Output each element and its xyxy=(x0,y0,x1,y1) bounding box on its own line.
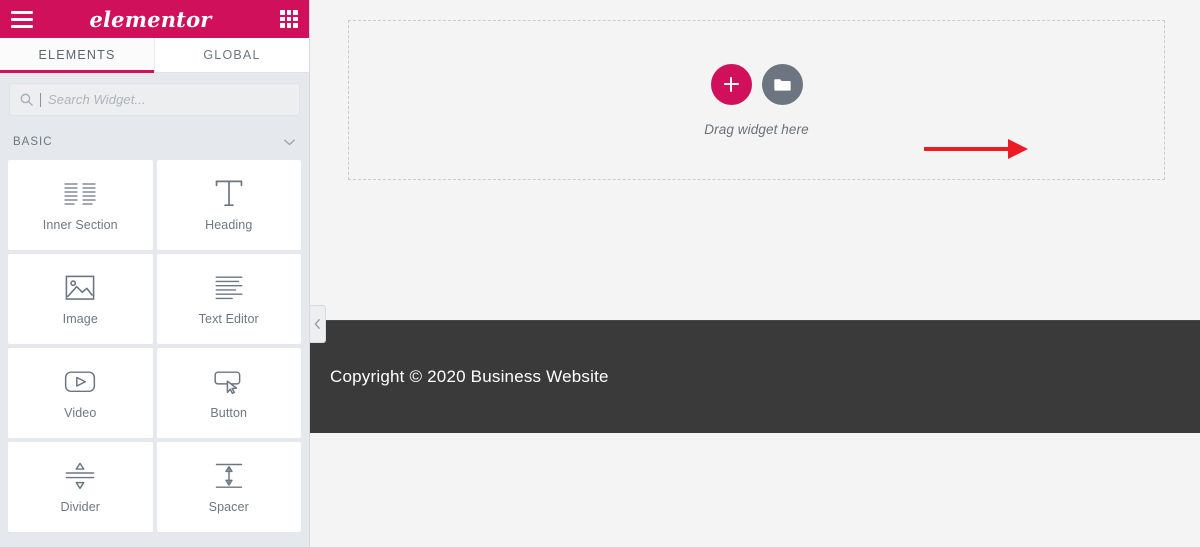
widget-list[interactable]: Inner Section Heading Image Text Editor … xyxy=(0,160,309,547)
widget-inner-section-label: Inner Section xyxy=(42,217,118,232)
search-placeholder: Search Widget... xyxy=(48,92,146,107)
widget-image-label: Image xyxy=(62,311,98,326)
tab-elements-label: ELEMENTS xyxy=(38,48,116,62)
spacer-icon xyxy=(212,461,246,491)
widget-text-editor[interactable]: Text Editor xyxy=(156,254,301,344)
empty-section-dropzone[interactable]: Drag widget here xyxy=(348,20,1165,180)
text-cursor xyxy=(40,92,41,107)
divider-icon xyxy=(63,461,97,491)
widget-grid: Inner Section Heading Image Text Editor … xyxy=(8,160,301,532)
widget-button[interactable]: Button xyxy=(156,348,301,438)
widget-spacer-label: Spacer xyxy=(208,499,249,514)
inner-section-icon xyxy=(63,179,97,209)
panel-tabs: ELEMENTS GLOBAL xyxy=(0,38,309,73)
chevron-down-icon xyxy=(284,139,295,145)
category-basic-label: BASIC xyxy=(13,136,53,148)
tab-global-label: GLOBAL xyxy=(203,48,261,62)
image-icon xyxy=(63,273,97,303)
widget-button-label: Button xyxy=(210,405,248,420)
widget-heading[interactable]: Heading xyxy=(156,160,301,250)
text-editor-icon xyxy=(212,273,246,303)
tab-global[interactable]: GLOBAL xyxy=(155,38,309,72)
drag-widget-hint: Drag widget here xyxy=(704,121,809,137)
tab-elements[interactable]: ELEMENTS xyxy=(0,38,155,73)
widget-spacer[interactable]: Spacer xyxy=(156,442,301,532)
add-template-button[interactable] xyxy=(761,63,803,105)
widget-text-editor-label: Text Editor xyxy=(198,311,259,326)
section-action-buttons xyxy=(710,63,803,105)
copyright-text: Copyright © 2020 Business Website xyxy=(330,367,609,386)
editor-canvas: Drag widget here Copyright © 2020 Busine… xyxy=(310,0,1200,547)
widget-video-label: Video xyxy=(64,405,97,420)
elementor-logo: elementor xyxy=(89,6,212,32)
widget-inner-section[interactable]: Inner Section xyxy=(8,160,153,250)
search-icon xyxy=(20,93,33,106)
search-input[interactable]: Search Widget... xyxy=(9,83,300,116)
panel-collapse-toggle[interactable] xyxy=(310,305,326,343)
widget-divider[interactable]: Divider xyxy=(8,442,153,532)
heading-icon xyxy=(212,179,246,209)
video-icon xyxy=(63,367,97,397)
site-footer-section[interactable]: Copyright © 2020 Business Website xyxy=(310,320,1200,433)
panel-header: elementor xyxy=(0,0,309,38)
widget-video[interactable]: Video xyxy=(8,348,153,438)
elementor-editor: elementor ELEMENTS GLOBAL Search Widget.… xyxy=(0,0,1200,547)
widget-heading-label: Heading xyxy=(205,217,253,232)
button-icon xyxy=(212,367,246,397)
grid-icon[interactable] xyxy=(280,10,298,28)
widget-panel: elementor ELEMENTS GLOBAL Search Widget.… xyxy=(0,0,310,547)
widget-image[interactable]: Image xyxy=(8,254,153,344)
add-section-button[interactable] xyxy=(710,63,752,105)
category-basic[interactable]: BASIC xyxy=(0,124,309,160)
widget-divider-label: Divider xyxy=(60,499,101,514)
folder-icon xyxy=(773,78,791,91)
search-container: Search Widget... xyxy=(0,73,309,124)
chevron-left-icon xyxy=(314,319,320,329)
